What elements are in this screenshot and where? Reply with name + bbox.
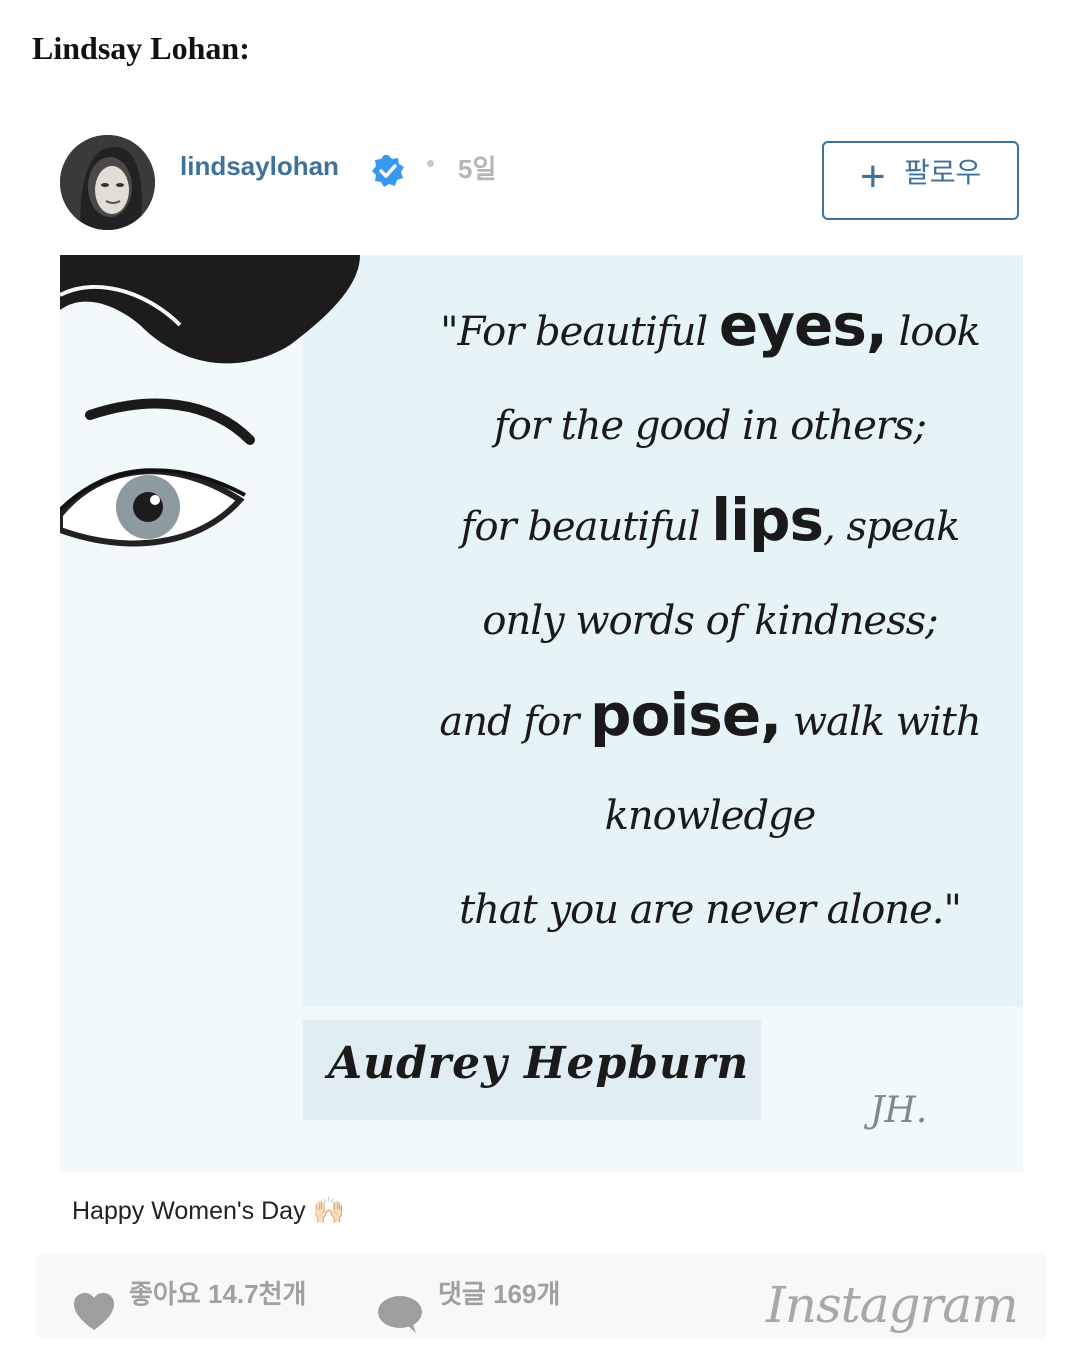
avatar[interactable] xyxy=(60,135,155,230)
eye-illustration xyxy=(60,255,360,547)
quote-author: Audrey Hepburn xyxy=(328,1038,750,1089)
quote-line: only words of kindness; xyxy=(482,598,938,644)
instagram-logo[interactable]: Instagram xyxy=(766,1276,1019,1334)
quote-line: that you are never alone." xyxy=(459,887,962,933)
raised-hands-emoji: 🙌🏻 xyxy=(312,1195,345,1225)
quote-line: "For beautiful eyes, look xyxy=(440,291,981,359)
post-header: lindsaylohan 5일 + 팔로우 xyxy=(60,135,1023,230)
comments-count[interactable]: 댓글 169개 xyxy=(438,1274,560,1311)
plus-icon: + xyxy=(860,152,886,201)
post-image[interactable]: "For beautiful eyes, look for the good i… xyxy=(60,255,1023,1172)
quote-line: and for poise, walk with xyxy=(439,681,981,749)
separator-dot xyxy=(427,160,434,167)
follow-button[interactable]: + 팔로우 xyxy=(822,141,1019,220)
username-link[interactable]: lindsaylohan xyxy=(180,151,339,182)
likes-count[interactable]: 좋아요 14.7천개 xyxy=(129,1274,306,1311)
post-caption: Happy Women's Day 🙌🏻 xyxy=(72,1195,345,1225)
artist-signature: JH. xyxy=(870,1090,928,1131)
quote-line: knowledge xyxy=(604,793,817,839)
post-footer: 좋아요 14.7천개 댓글 169개 Instagram xyxy=(36,1254,1047,1338)
verified-badge-icon xyxy=(372,155,404,187)
heart-icon[interactable] xyxy=(72,1292,116,1332)
quote-text: "For beautiful eyes, look for the good i… xyxy=(400,291,1020,984)
follow-label: 팔로우 xyxy=(904,157,982,188)
comment-bubble-icon[interactable] xyxy=(376,1294,424,1334)
quote-line: for the good in others; xyxy=(493,403,927,449)
article-heading: Lindsay Lohan: xyxy=(32,30,250,66)
quote-line: for beautiful lips, speak xyxy=(460,486,961,554)
post-time[interactable]: 5일 xyxy=(458,149,496,186)
